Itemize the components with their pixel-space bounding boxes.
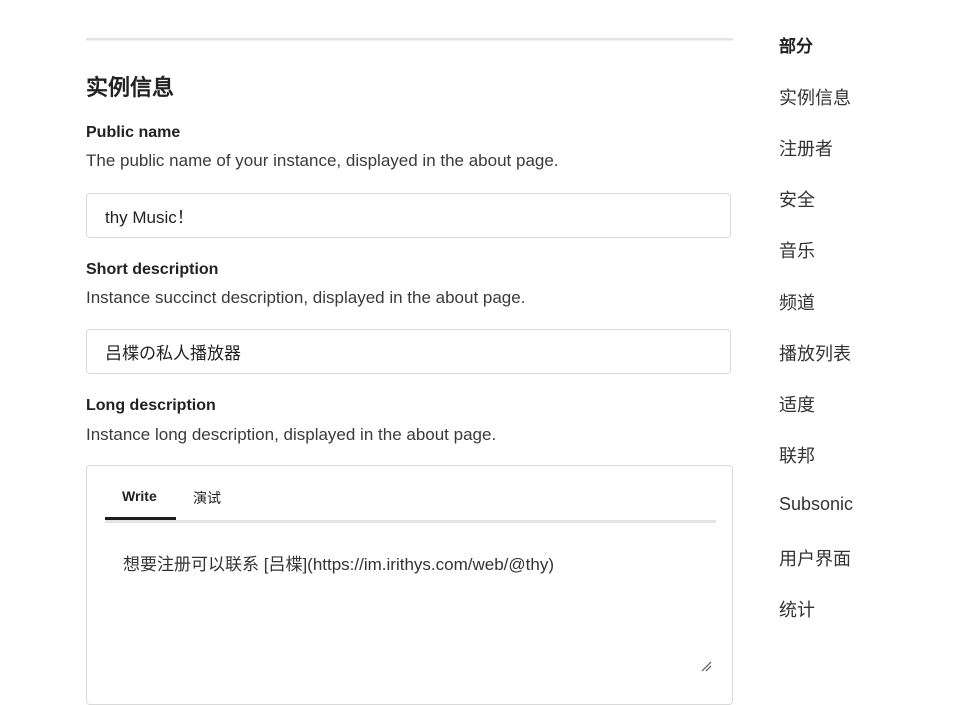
public-name-input[interactable] <box>86 193 731 238</box>
sidebar-item-music[interactable]: 音乐 <box>779 237 815 263</box>
public-name-label: Public name <box>86 124 181 141</box>
tab-write[interactable]: Write <box>122 488 157 504</box>
short-description-help: Instance succinct description, displayed… <box>86 288 526 307</box>
sidebar-item-instance-info[interactable]: 实例信息 <box>779 84 851 110</box>
editor-tabs: Write 演试 <box>105 466 716 523</box>
long-description-help: Instance long description, displayed in … <box>86 425 497 444</box>
sidebar-item-security[interactable]: 安全 <box>779 186 815 212</box>
sidebar-item-playlists[interactable]: 播放列表 <box>779 340 851 366</box>
long-description-label: Long description <box>86 397 216 414</box>
section-divider <box>86 38 733 41</box>
tab-preview[interactable]: 演试 <box>193 488 221 508</box>
sidebar-item-statistics[interactable]: 统计 <box>779 596 815 622</box>
sidebar-item-channels[interactable]: 频道 <box>779 289 815 315</box>
sidebar-item-federation[interactable]: 联邦 <box>779 442 815 468</box>
public-name-help: The public name of your instance, displa… <box>86 151 559 170</box>
active-tab-indicator <box>105 517 176 520</box>
sidebar-heading: 部分 <box>779 37 813 56</box>
sidebar-item-ui[interactable]: 用户界面 <box>779 545 851 571</box>
resize-handle-icon[interactable] <box>700 660 712 672</box>
long-description-editor: Write 演试 想要注册可以联系 [吕楪](https://im.irithy… <box>86 465 733 705</box>
section-title: 实例信息 <box>86 75 175 100</box>
short-description-label: Short description <box>86 261 219 278</box>
short-description-input[interactable] <box>86 329 731 374</box>
sidebar-item-registrations[interactable]: 注册者 <box>779 135 833 161</box>
sidebar-item-moderation[interactable]: 适度 <box>779 391 815 417</box>
long-description-textarea[interactable]: 想要注册可以联系 [吕楪](https://im.irithys.com/web… <box>123 550 554 575</box>
sidebar-item-subsonic[interactable]: Subsonic <box>779 494 853 515</box>
